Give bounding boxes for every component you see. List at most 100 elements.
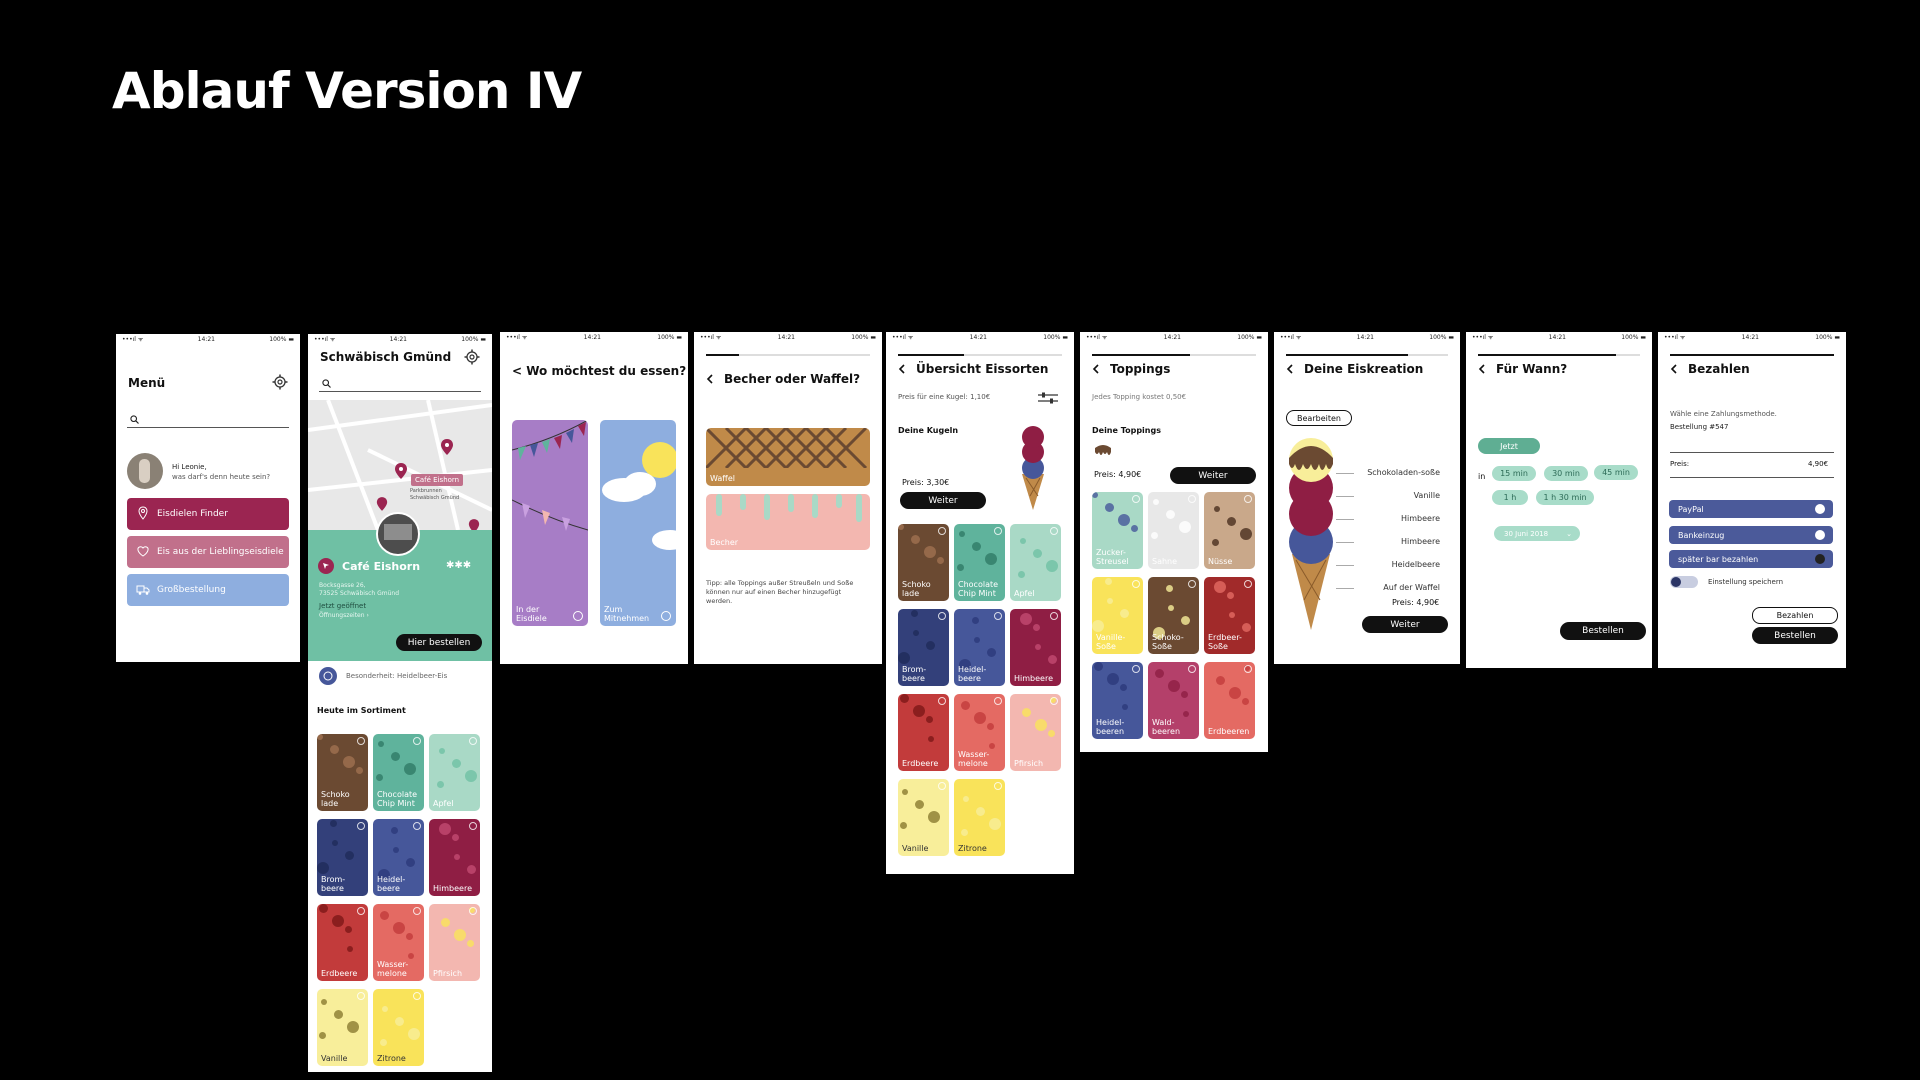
cafe-card[interactable]: Café Eishorn ✱✱✱ Bocksgasse 26, 73525 Sc… [308,512,492,661]
flavor-tile[interactable]: Sahne [1148,492,1199,569]
flavor-tile[interactable]: Schoko lade [898,524,949,601]
flavor-tile[interactable]: Himbeere [1010,609,1061,686]
info-icon[interactable] [1244,580,1252,588]
flavor-tile[interactable]: Apfel [1010,524,1061,601]
payment-bankeinzug[interactable]: Bankeinzug [1669,526,1833,544]
flavor-tile[interactable]: Pfirsich [429,904,480,981]
option-zum-mitnehmen[interactable]: Zum Mitnehmen [600,420,676,626]
flavor-tile[interactable]: Wasser- melone [373,904,424,981]
info-icon[interactable] [994,527,1002,535]
info-icon[interactable] [1132,580,1140,588]
search-input[interactable] [319,376,481,392]
radio-button-selected[interactable] [1815,554,1825,564]
flavor-tile[interactable]: Schoko lade [317,734,368,811]
flavor-tile[interactable]: Brom- beere [317,819,368,896]
info-icon[interactable] [357,992,365,1000]
bestellen-button[interactable]: Bestellen [1560,622,1646,640]
search-input[interactable] [127,412,289,428]
flavor-tile[interactable]: Zitrone [373,989,424,1066]
radio-button[interactable] [1815,504,1825,514]
flavor-tile[interactable]: Zucker-Streusel [1092,492,1143,569]
info-icon[interactable] [938,782,946,790]
back-chevron-icon[interactable] [706,374,714,384]
flavor-tile[interactable]: Heidel-beeren [1092,662,1143,739]
back-chevron-icon[interactable] [898,364,906,374]
eisdielen-finder-button[interactable]: Eisdielen Finder [127,498,289,530]
time-option-15[interactable]: 15 min [1492,466,1536,481]
flavor-tile[interactable]: Chocolate Chip Mint [954,524,1005,601]
map-pin-icon[interactable] [376,496,388,512]
info-icon[interactable] [1244,495,1252,503]
info-icon[interactable] [469,822,477,830]
flavor-tile[interactable]: Vanille [317,989,368,1066]
info-icon[interactable] [994,697,1002,705]
map-cafe-label[interactable]: Café Eishorn [411,474,464,486]
info-icon[interactable] [357,907,365,915]
filter-icon[interactable] [1038,392,1058,404]
info-icon[interactable] [1132,495,1140,503]
flavor-tile[interactable]: Nüsse [1204,492,1255,569]
info-icon[interactable] [413,822,421,830]
gear-icon[interactable] [272,374,288,390]
payment-paypal[interactable]: PayPal [1669,500,1833,518]
info-icon[interactable] [1050,697,1058,705]
flavor-tile[interactable]: Vanille-Soße [1092,577,1143,654]
flavor-tile[interactable]: Schoko-Soße [1148,577,1199,654]
weiter-button[interactable]: Weiter [900,492,986,509]
flavor-tile[interactable]: Pfirsich [1010,694,1061,771]
info-icon[interactable] [357,737,365,745]
map[interactable]: Café Eishorn Parkbrunnen Schwäbisch Gmün… [308,400,492,530]
flavor-tile[interactable]: Brom- beere [898,609,949,686]
flavor-tile[interactable]: Heidel- beere [373,819,424,896]
bezahlen-button[interactable]: Bezahlen [1752,607,1838,624]
info-icon[interactable] [1188,665,1196,673]
info-icon[interactable] [469,737,477,745]
info-icon[interactable] [357,822,365,830]
bestellen-button[interactable]: Bestellen [1752,627,1838,644]
back-chevron-icon[interactable] [1478,364,1486,374]
map-pin-icon[interactable] [440,438,454,456]
option-in-der-eisdiele[interactable]: In der Eisdiele [512,420,588,626]
info-icon[interactable] [469,907,477,915]
info-icon[interactable] [413,992,421,1000]
save-setting-toggle[interactable] [1670,576,1698,588]
info-icon[interactable] [1132,665,1140,673]
flavor-tile[interactable]: Erdbeere [317,904,368,981]
info-icon[interactable] [938,697,946,705]
opening-hours-link[interactable]: Öffnungszeiten › [319,612,369,619]
info-icon[interactable] [573,611,583,621]
flavor-tile[interactable]: Himbeere [429,819,480,896]
jetzt-button[interactable]: Jetzt [1478,438,1540,454]
flavor-tile[interactable]: Zitrone [954,779,1005,856]
flavor-tile[interactable]: Heidel- beere [954,609,1005,686]
map-pin-icon[interactable] [394,462,408,480]
flavor-tile[interactable]: Erdbeeren [1204,662,1255,739]
map-pin-icon[interactable] [468,518,480,530]
option-waffel[interactable]: Waffel [706,428,870,486]
info-icon[interactable] [1188,495,1196,503]
radio-button[interactable] [1815,530,1825,540]
time-option-90[interactable]: 1 h 30 min [1536,490,1594,505]
grossbestellung-button[interactable]: Großbestellung [127,574,289,606]
info-icon[interactable] [1050,612,1058,620]
option-becher[interactable]: Becher [706,494,870,550]
bearbeiten-button[interactable]: Bearbeiten [1286,410,1352,426]
info-icon[interactable] [661,611,671,621]
time-option-30[interactable]: 30 min [1544,466,1588,481]
info-icon[interactable] [413,907,421,915]
weiter-button[interactable]: Weiter [1362,616,1448,633]
flavor-tile[interactable]: Apfel [429,734,480,811]
lieblingseisdiele-button[interactable]: Eis aus der Lieblingseisdiele [127,536,289,568]
flavor-tile[interactable]: Vanille [898,779,949,856]
gear-icon[interactable] [464,349,480,365]
info-icon[interactable] [938,612,946,620]
flavor-tile[interactable]: Wasser- melone [954,694,1005,771]
flavor-tile[interactable]: Chocolate Chip Mint [373,734,424,811]
back-chevron-icon[interactable] [1286,364,1294,374]
back-chevron-icon[interactable] [1092,364,1100,374]
flavor-tile[interactable]: Wald-beeren [1148,662,1199,739]
weiter-button[interactable]: Weiter [1170,467,1256,484]
time-option-60[interactable]: 1 h [1492,490,1528,505]
flavor-tile[interactable]: Erdbeer-Soße [1204,577,1255,654]
info-icon[interactable] [994,612,1002,620]
